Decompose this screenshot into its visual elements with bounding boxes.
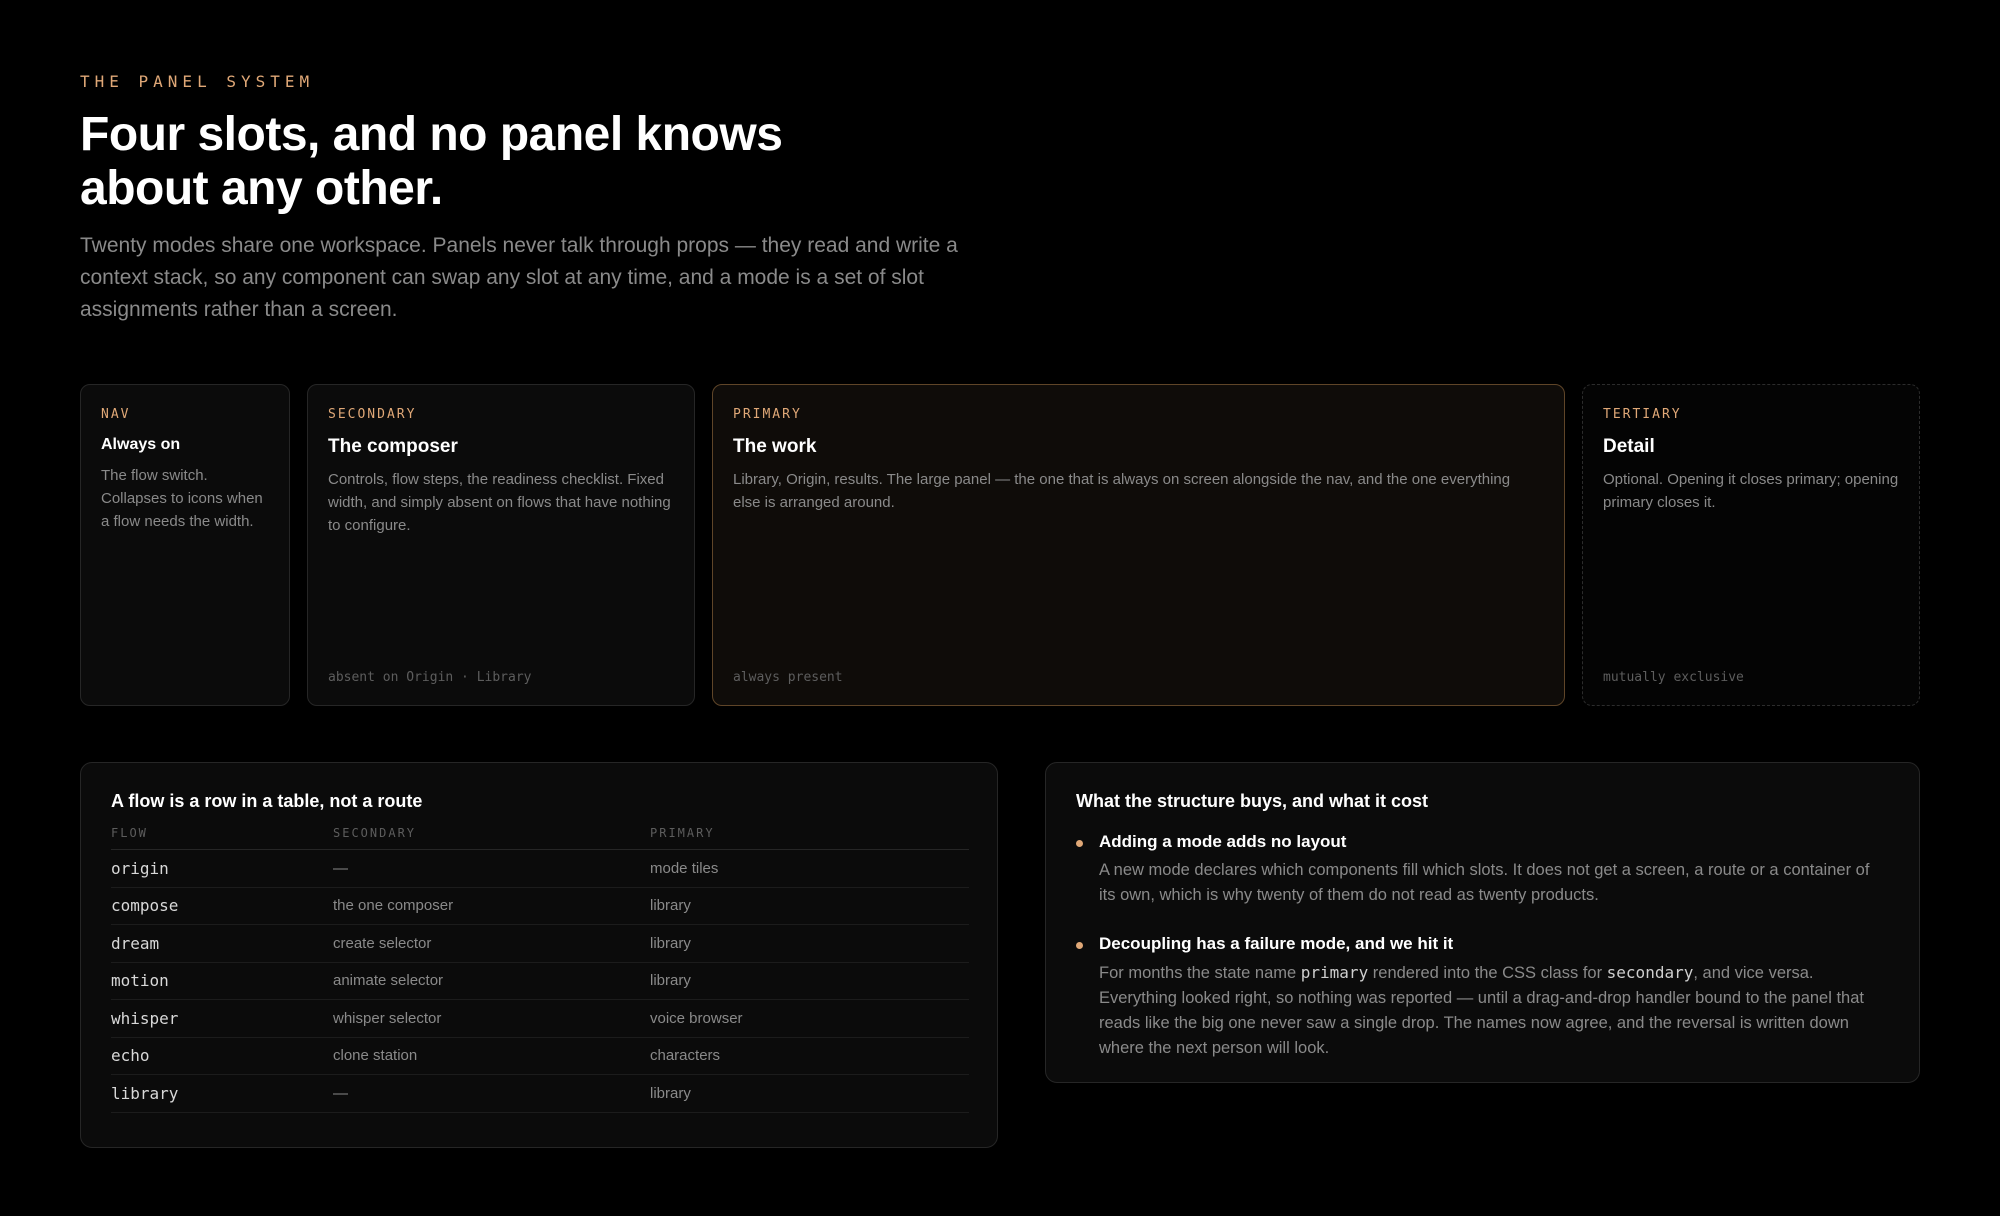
panel-primary: PRIMARY The work Library, Origin, result…: [712, 384, 1565, 706]
tradeoff-item: Adding a mode adds no layout A new mode …: [1076, 832, 1889, 908]
panel-title: Detail: [1603, 436, 1655, 457]
cell-secondary: animate selector: [333, 962, 650, 1000]
panel-description: Library, Origin, results. The large pane…: [733, 471, 1511, 511]
tradeoff-body-text: rendered into the CSS class for: [1368, 964, 1607, 982]
table-row: library — library: [111, 1074, 969, 1113]
table-row: compose the one composer library: [111, 887, 969, 925]
table-row: dream create selector library: [111, 924, 969, 963]
panel-title: The work: [733, 436, 817, 457]
table-row: origin — mode tiles: [111, 849, 969, 888]
table-header-row: FLOW SECONDARY PRIMARY: [111, 826, 969, 850]
panel-footnote: absent on Origin · Library: [328, 670, 532, 685]
cell-flow: compose: [111, 887, 333, 925]
cell-secondary: create selector: [333, 924, 650, 963]
cell-primary: mode tiles: [650, 849, 969, 888]
cell-secondary: —: [333, 1074, 650, 1113]
cell-flow: library: [111, 1074, 333, 1113]
panel-title: The composer: [328, 436, 458, 457]
panel-footnote: mutually exclusive: [1603, 670, 1744, 685]
cell-flow: motion: [111, 962, 333, 1000]
intro-text: Twenty modes share one workspace. Panels…: [80, 234, 958, 321]
panel-nav: NAV Always on The flow switch. Collapses…: [80, 384, 290, 706]
table-row: echo clone station characters: [111, 1037, 969, 1075]
panel-tertiary: TERTIARY Detail Optional. Opening it clo…: [1582, 384, 1920, 706]
cell-flow: origin: [111, 849, 333, 888]
panel-slot-label: TERTIARY: [1603, 407, 1682, 422]
tradeoffs-card: What the structure buys, and what it cos…: [1045, 762, 1920, 1083]
tradeoff-heading: Adding a mode adds no layout: [1099, 832, 1347, 851]
inline-code-primary: primary: [1300, 963, 1369, 982]
flows-table-card: A flow is a row in a table, not a route …: [80, 762, 998, 1148]
cell-secondary: the one composer: [333, 887, 650, 925]
panel-slot-label: SECONDARY: [328, 407, 417, 422]
cell-flow: dream: [111, 924, 333, 963]
tradeoff-body: For months the state name primary render…: [1099, 960, 1889, 1061]
cell-secondary: whisper selector: [333, 999, 650, 1038]
cell-primary: library: [650, 887, 969, 925]
inline-code-secondary: secondary: [1606, 963, 1694, 982]
panel-secondary: SECONDARY The composer Controls, flow st…: [307, 384, 695, 706]
cell-flow: echo: [111, 1037, 333, 1075]
table-row: whisper whisper selector voice browser: [111, 999, 969, 1038]
tradeoff-heading: Decoupling has a failure mode, and we hi…: [1099, 934, 1454, 953]
tradeoff-body-text: For months the state name: [1099, 964, 1301, 982]
column-header-primary: PRIMARY: [650, 826, 969, 850]
cell-primary: library: [650, 924, 969, 963]
cell-primary: voice browser: [650, 999, 969, 1038]
cell-primary: library: [650, 962, 969, 1000]
flows-table-title: A flow is a row in a table, not a route: [111, 791, 423, 811]
panel-slot-label: PRIMARY: [733, 407, 802, 422]
page-title: Four slots, and no panel knows about any…: [80, 108, 783, 215]
panel-title: Always on: [101, 436, 181, 453]
cell-flow: whisper: [111, 999, 333, 1038]
panel-footnote: always present: [733, 670, 843, 685]
cell-primary: library: [650, 1074, 969, 1113]
tradeoff-body: A new mode declares which components fil…: [1099, 861, 1870, 904]
panel-description: The flow switch. Collapses to icons when…: [101, 467, 263, 530]
tradeoff-item: Decoupling has a failure mode, and we hi…: [1076, 934, 1889, 1061]
panel-description: Controls, flow steps, the readiness chec…: [328, 471, 671, 534]
column-header-flow: FLOW: [111, 826, 333, 850]
tradeoffs-title: What the structure buys, and what it cos…: [1076, 791, 1429, 811]
panel-slot-label: NAV: [101, 407, 131, 422]
cell-primary: characters: [650, 1037, 969, 1075]
section-eyebrow: THE PANEL SYSTEM: [80, 72, 315, 91]
panel-description: Optional. Opening it closes primary; ope…: [1603, 471, 1899, 511]
flows-table: FLOW SECONDARY PRIMARY origin — mode til…: [111, 826, 969, 1113]
cell-secondary: —: [333, 849, 650, 888]
cell-secondary: clone station: [333, 1037, 650, 1075]
table-row: motion animate selector library: [111, 962, 969, 1000]
column-header-secondary: SECONDARY: [333, 826, 650, 850]
